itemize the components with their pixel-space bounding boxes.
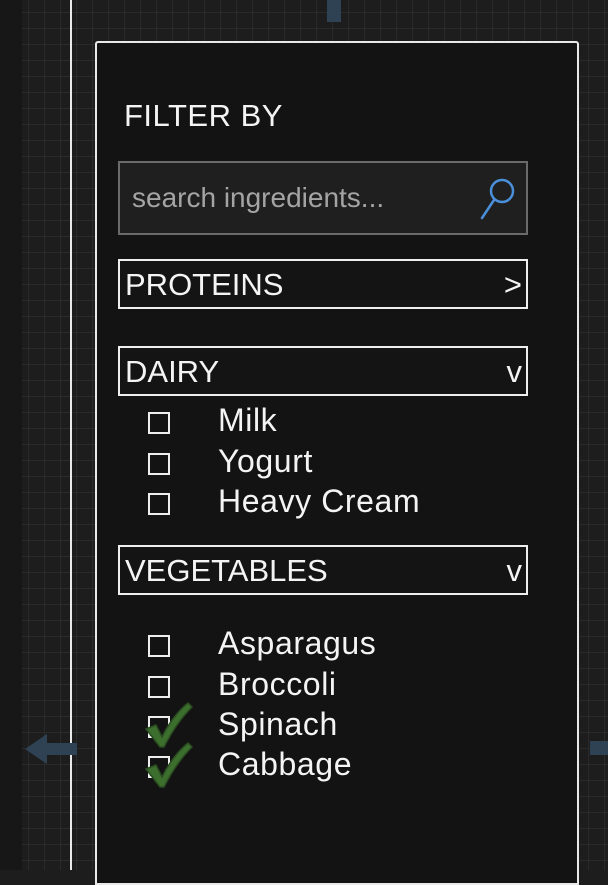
search-input[interactable] — [130, 175, 474, 221]
list-item-spinach[interactable]: Spinach — [144, 701, 506, 748]
list-item-heavy-cream[interactable]: Heavy Cream — [146, 483, 506, 522]
search-icon[interactable] — [478, 176, 518, 222]
section-header-vegetables[interactable]: VEGETABLES v — [118, 545, 528, 595]
section-header-dairy[interactable]: DAIRY v — [118, 346, 528, 396]
chevron-down-icon[interactable]: v — [507, 553, 523, 589]
right-resize-handle[interactable] — [590, 741, 608, 755]
list-item-milk[interactable]: Milk — [146, 402, 506, 441]
checkbox-yogurt[interactable] — [148, 453, 170, 475]
section-label-proteins: PROTEINS — [125, 267, 284, 302]
filter-title: FILTER BY — [124, 98, 283, 133]
list-item-asparagus[interactable]: Asparagus — [146, 625, 506, 664]
chevron-right-icon[interactable]: > — [504, 267, 522, 303]
item-label: Heavy Cream — [218, 483, 421, 519]
section-label-vegetables: VEGETABLES — [125, 553, 328, 588]
item-label: Asparagus — [218, 625, 377, 661]
item-label: Broccoli — [218, 666, 337, 702]
checkbox-milk[interactable] — [148, 412, 170, 434]
arrow-left-icon[interactable] — [25, 732, 77, 766]
checkbox-asparagus[interactable] — [148, 635, 170, 657]
checkbox-heavy-cream[interactable] — [148, 493, 170, 515]
item-label: Yogurt — [218, 443, 313, 479]
checkbox-spinach[interactable] — [148, 716, 170, 738]
checkbox-cabbage[interactable] — [148, 756, 170, 778]
checkbox-broccoli[interactable] — [148, 676, 170, 698]
item-label: Spinach — [218, 706, 338, 742]
search-box[interactable] — [118, 161, 528, 235]
section-header-proteins[interactable]: PROTEINS > — [118, 259, 528, 309]
item-label: Cabbage — [218, 746, 353, 782]
section-label-dairy: DAIRY — [125, 354, 220, 389]
list-item-yogurt[interactable]: Yogurt — [146, 443, 506, 482]
left-gutter — [0, 0, 22, 870]
item-label: Milk — [218, 402, 278, 438]
chevron-down-icon[interactable]: v — [507, 354, 523, 390]
list-item-broccoli[interactable]: Broccoli — [146, 666, 506, 705]
list-item-cabbage[interactable]: Cabbage — [144, 741, 506, 788]
